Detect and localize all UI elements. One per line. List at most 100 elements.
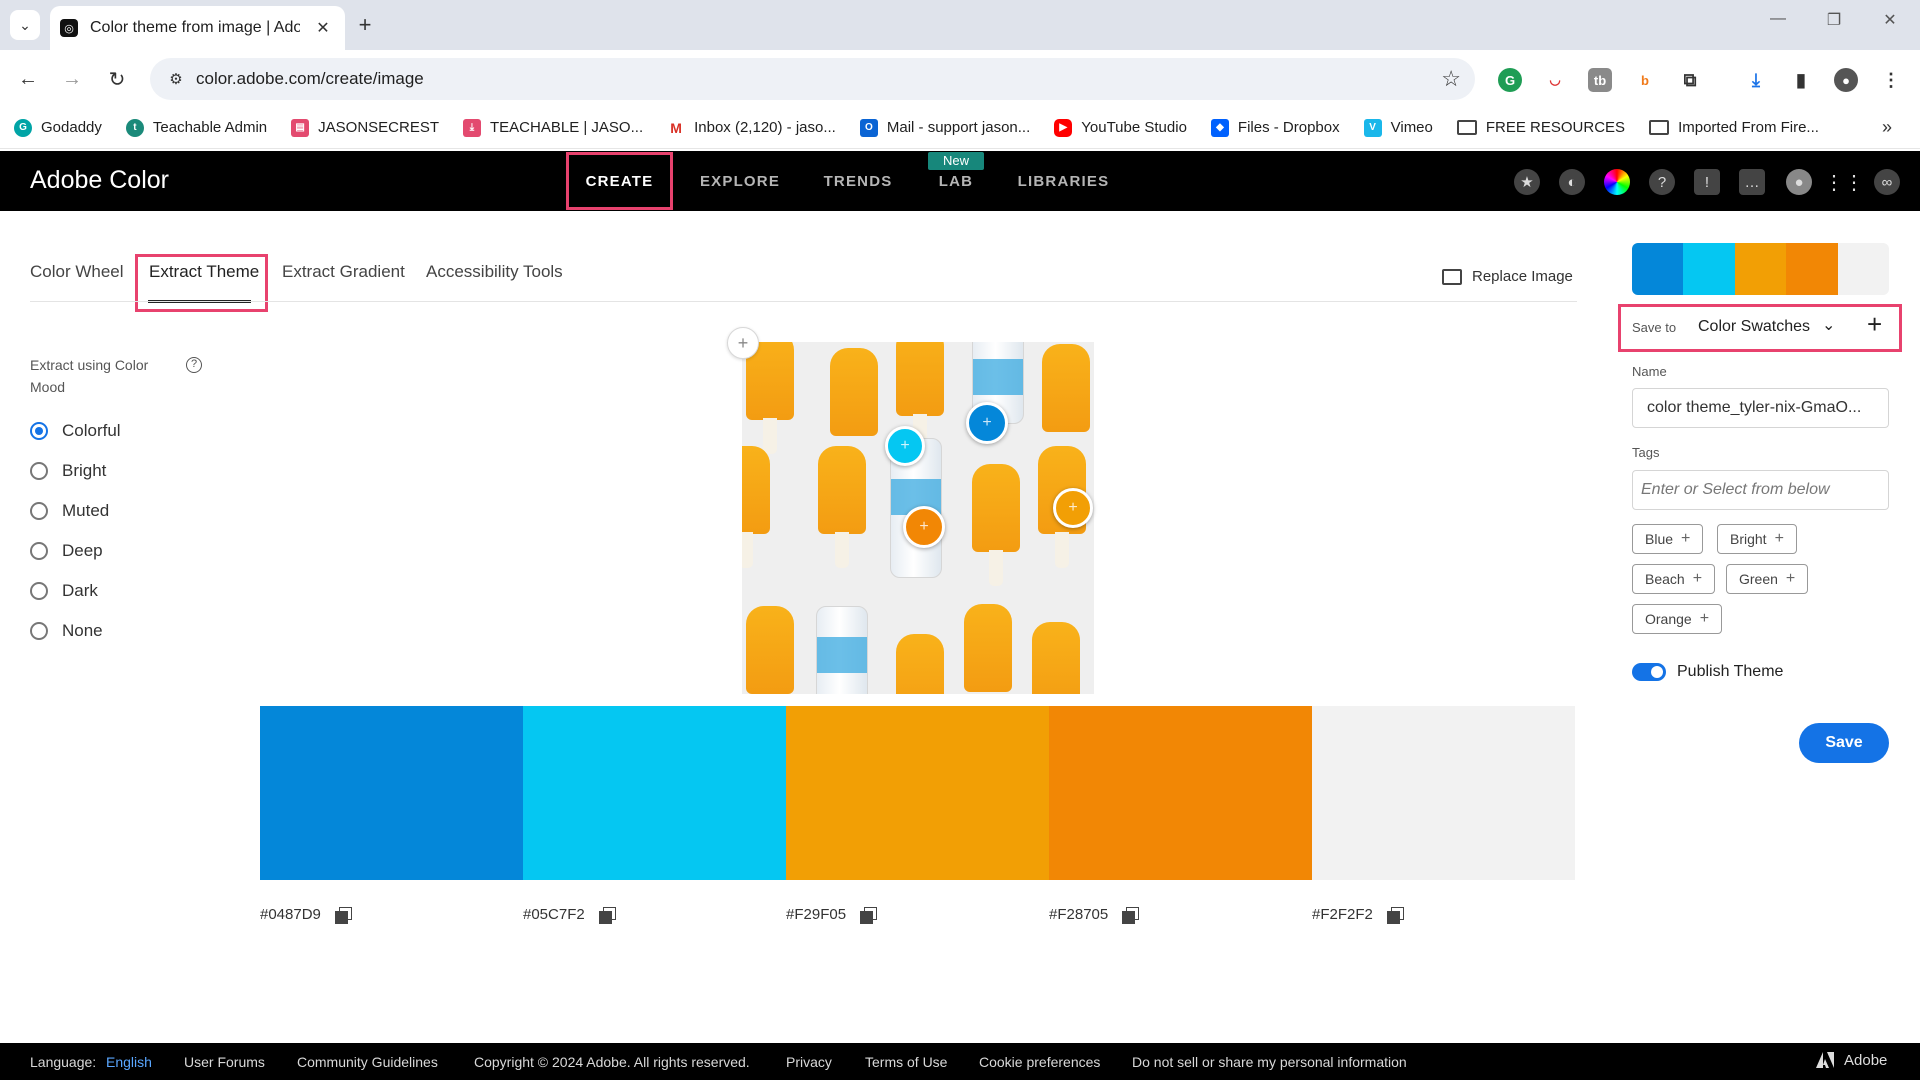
- creative-cloud-icon[interactable]: ∞: [1874, 169, 1900, 195]
- tag-blue[interactable]: Blue +: [1632, 524, 1704, 554]
- save-to-dropdown[interactable]: Color Swatches: [1698, 318, 1810, 336]
- copy-icon[interactable]: [1386, 906, 1404, 924]
- mood-option-deep[interactable]: Deep: [30, 541, 103, 561]
- radio-icon[interactable]: [30, 502, 48, 520]
- mood-option-bright[interactable]: Bright: [30, 461, 106, 481]
- nav-libraries[interactable]: LIBRARIES: [1010, 151, 1117, 211]
- color-picker-3[interactable]: +: [903, 506, 945, 548]
- pocket-extension-icon[interactable]: ◡: [1543, 68, 1567, 92]
- palette-swatch-2[interactable]: [523, 706, 786, 880]
- footer-link-cookie-preferences[interactable]: Cookie preferences: [979, 1054, 1100, 1070]
- contrast-icon[interactable]: ◐: [1559, 169, 1585, 195]
- language-link[interactable]: English: [106, 1054, 152, 1070]
- minimize-icon[interactable]: —: [1763, 10, 1793, 28]
- theme-name-input[interactable]: color theme_tyler-nix-GmaO...: [1632, 388, 1889, 428]
- browser-menu-icon[interactable]: ⋮: [1879, 68, 1903, 92]
- hex-text[interactable]: #F29F05: [786, 906, 846, 923]
- footer-link-community-guidelines[interactable]: Community Guidelines: [297, 1054, 438, 1070]
- mood-option-colorful[interactable]: Colorful: [30, 421, 121, 441]
- radio-icon[interactable]: [30, 462, 48, 480]
- bookmark-mail[interactable]: O Mail - support jason...: [859, 118, 1030, 137]
- feedback-icon[interactable]: …: [1739, 169, 1765, 195]
- forward-icon[interactable]: →: [57, 64, 87, 94]
- save-button[interactable]: Save: [1799, 723, 1889, 763]
- tab-close-icon[interactable]: ✕: [311, 18, 335, 38]
- radio-selected-icon[interactable]: [30, 422, 48, 440]
- footer-link-privacy[interactable]: Privacy: [786, 1054, 832, 1070]
- bookmark-star-icon[interactable]: ☆: [1441, 66, 1461, 92]
- radio-icon[interactable]: [30, 622, 48, 640]
- reload-icon[interactable]: ↻: [102, 64, 132, 94]
- color-picker-1[interactable]: +: [885, 426, 925, 466]
- nav-trends[interactable]: TRENDS: [808, 151, 908, 211]
- user-avatar[interactable]: ●: [1786, 169, 1812, 195]
- chevron-down-icon[interactable]: ⌄: [1822, 315, 1835, 335]
- help-circle-icon[interactable]: ?: [186, 357, 202, 373]
- replace-image-button[interactable]: Replace Image: [1442, 268, 1573, 285]
- window-close-icon[interactable]: ✕: [1875, 10, 1905, 30]
- footer-adobe-logo[interactable]: Adobe: [1816, 1051, 1887, 1069]
- bookmark-teachable-jaso[interactable]: ⤓ TEACHABLE | JASO...: [463, 118, 643, 137]
- bookmark-jasonsecrest[interactable]: ▤ JASONSECREST: [291, 118, 439, 137]
- color-picker-2[interactable]: +: [966, 402, 1008, 444]
- bookmark-vimeo[interactable]: V Vimeo: [1363, 118, 1433, 137]
- tab-extract-gradient[interactable]: Extract Gradient: [282, 262, 405, 282]
- new-tab-icon[interactable]: +: [352, 12, 378, 38]
- bookmark-godaddy[interactable]: G Godaddy: [14, 118, 102, 137]
- bookmark-free-resources[interactable]: FREE RESOURCES: [1456, 119, 1625, 136]
- footer-link-do-not-sell[interactable]: Do not sell or share my personal informa…: [1132, 1054, 1407, 1070]
- nav-explore[interactable]: EXPLORE: [690, 151, 790, 211]
- bookmark-imported[interactable]: Imported From Fire...: [1649, 119, 1819, 136]
- tb-extension-icon[interactable]: tb: [1588, 68, 1612, 92]
- add-library-icon[interactable]: +: [1867, 309, 1882, 340]
- sidepanel-icon[interactable]: ▮: [1789, 68, 1813, 92]
- tab-color-wheel[interactable]: Color Wheel: [30, 262, 124, 282]
- footer-link-terms[interactable]: Terms of Use: [865, 1054, 947, 1070]
- copy-icon[interactable]: [860, 906, 878, 924]
- help-icon[interactable]: ?: [1649, 169, 1675, 195]
- download-icon[interactable]: ⤓: [1744, 68, 1768, 92]
- mood-option-muted[interactable]: Muted: [30, 501, 109, 521]
- bookmark-teachable-admin[interactable]: t Teachable Admin: [125, 118, 267, 137]
- mood-option-dark[interactable]: Dark: [30, 581, 98, 601]
- mood-option-none[interactable]: None: [30, 621, 103, 641]
- bookmark-dropbox[interactable]: ◆ Files - Dropbox: [1210, 118, 1340, 137]
- copy-icon[interactable]: [1122, 906, 1140, 924]
- radio-icon[interactable]: [30, 542, 48, 560]
- color-picker-4[interactable]: +: [1053, 488, 1093, 528]
- bookmark-inbox[interactable]: M Inbox (2,120) - jaso...: [667, 118, 836, 137]
- color-wheel-icon[interactable]: [1604, 169, 1630, 195]
- tag-green[interactable]: Green +: [1726, 564, 1809, 594]
- grammarly-extension-icon[interactable]: G: [1498, 68, 1522, 92]
- extensions-puzzle-icon[interactable]: ⧉: [1678, 68, 1702, 92]
- palette-swatch-1[interactable]: [260, 706, 523, 880]
- browser-tab-active[interactable]: ◎ Color theme from image | Adob ✕: [50, 6, 345, 50]
- tag-orange[interactable]: Orange +: [1632, 604, 1723, 634]
- bookmarks-overflow-icon[interactable]: »: [1882, 117, 1892, 138]
- tag-beach[interactable]: Beach +: [1632, 564, 1716, 594]
- hex-text[interactable]: #F28705: [1049, 906, 1108, 923]
- tags-input[interactable]: Enter or Select from below: [1632, 470, 1889, 510]
- radio-icon[interactable]: [30, 582, 48, 600]
- add-color-picker-icon[interactable]: +: [727, 327, 759, 359]
- address-bar[interactable]: ⚙ color.adobe.com/create/image ☆: [150, 58, 1475, 100]
- tab-accessibility-tools[interactable]: Accessibility Tools: [426, 262, 563, 282]
- site-settings-icon[interactable]: ⚙: [156, 70, 196, 88]
- palette-swatch-4[interactable]: [1049, 706, 1312, 880]
- tab-search-icon[interactable]: ⌄: [10, 10, 40, 40]
- bookmark-youtube-studio[interactable]: ▶ YouTube Studio: [1054, 118, 1187, 137]
- copy-icon[interactable]: [334, 906, 352, 924]
- brand-logo[interactable]: Adobe Color: [30, 166, 169, 195]
- copy-icon[interactable]: [598, 906, 616, 924]
- palette-swatch-5[interactable]: [1312, 706, 1575, 880]
- profile-avatar[interactable]: ●: [1834, 68, 1858, 92]
- palette-swatch-3[interactable]: [786, 706, 1049, 880]
- apps-grid-icon[interactable]: ⋮⋮: [1824, 169, 1864, 195]
- alert-icon[interactable]: !: [1694, 169, 1720, 195]
- restore-icon[interactable]: ❐: [1819, 10, 1849, 30]
- honey-extension-icon[interactable]: b: [1633, 68, 1657, 92]
- footer-link-user-forums[interactable]: User Forums: [184, 1054, 265, 1070]
- favorites-star-icon[interactable]: ★: [1514, 169, 1540, 195]
- tag-bright[interactable]: Bright +: [1717, 524, 1797, 554]
- hex-text[interactable]: #F2F2F2: [1312, 906, 1373, 923]
